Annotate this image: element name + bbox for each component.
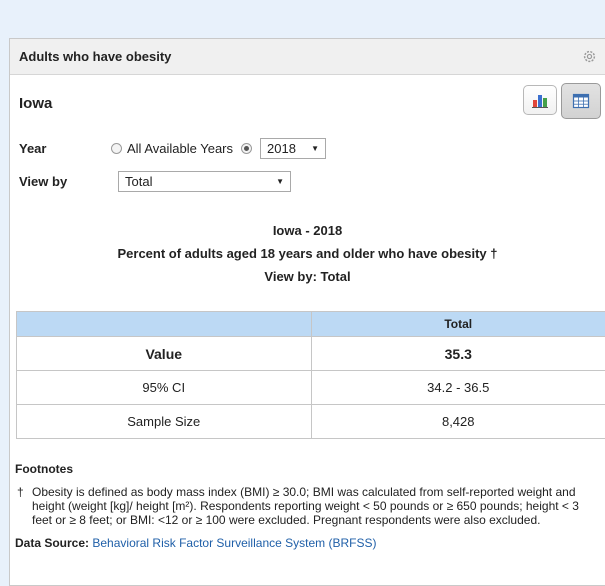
viewby-select[interactable]: Total ▼ (118, 171, 291, 192)
footnote-marker: † (17, 485, 24, 499)
footnotes-title: Footnotes (15, 462, 73, 476)
footnote-item: † Obesity is defined as body mass index … (15, 485, 597, 527)
row-label: Sample Size (16, 404, 312, 439)
location-row: Iowa (19, 83, 605, 123)
table-header-total: Total (310, 311, 605, 337)
all-years-label[interactable]: All Available Years (127, 141, 233, 156)
view-toggle (523, 83, 601, 119)
year-label: Year (19, 141, 47, 156)
chevron-down-icon: ▼ (311, 144, 320, 153)
table-view-button[interactable] (561, 83, 601, 119)
table-titles: Iowa - 2018 Percent of adults aged 18 ye… (10, 219, 605, 288)
year-select[interactable]: 2018 ▼ (260, 138, 327, 159)
title-indicator: Percent of adults aged 18 years and olde… (117, 246, 498, 261)
widget-title: Adults who have obesity (19, 49, 172, 64)
chevron-down-icon: ▼ (276, 177, 284, 186)
year-row: Year All Available Years 2018 ▼ (19, 138, 327, 159)
data-source-link[interactable]: Behavioral Risk Factor Surveillance Syst… (92, 536, 376, 550)
title-location-year: Iowa - 2018 (272, 223, 343, 238)
indicator-widget: Adults who have obesity Iowa Year All Av… (9, 38, 605, 586)
gear-icon[interactable] (581, 49, 597, 65)
location-name: Iowa (19, 95, 53, 112)
viewby-row: View by Total ▼ (19, 171, 291, 192)
data-source: Data Source: Behavioral Risk Factor Surv… (15, 536, 597, 550)
viewby-select-value: Total (125, 174, 153, 189)
data-table: Total Value 35.3 95% CI 34.2 - 36.5 Samp… (16, 311, 605, 439)
row-label: Value (16, 336, 312, 371)
row-label: 95% CI (16, 370, 312, 405)
viewby-label: View by (19, 174, 68, 189)
table-icon (572, 93, 590, 109)
title-viewby: View by: Total (264, 269, 351, 284)
table-header-blank (16, 311, 312, 337)
single-year-radio[interactable] (241, 143, 253, 154)
footnote-text: Obesity is defined as body mass index (B… (32, 485, 579, 527)
row-value: 34.2 - 36.5 (310, 370, 605, 405)
all-years-radio[interactable] (111, 143, 122, 154)
row-value: 8,428 (310, 404, 605, 439)
year-select-value: 2018 (267, 141, 296, 156)
table-row: 95% CI 34.2 - 36.5 (16, 370, 605, 405)
bar-chart-icon (532, 95, 548, 108)
table-row: Value 35.3 (16, 336, 605, 371)
data-source-label: Data Source: (15, 536, 90, 550)
chart-view-button[interactable] (523, 85, 557, 115)
widget-header: Adults who have obesity (10, 39, 605, 75)
footnotes: Footnotes † Obesity is defined as body m… (15, 462, 597, 550)
row-value: 35.3 (310, 336, 605, 371)
table-row: Sample Size 8,428 (16, 404, 605, 439)
